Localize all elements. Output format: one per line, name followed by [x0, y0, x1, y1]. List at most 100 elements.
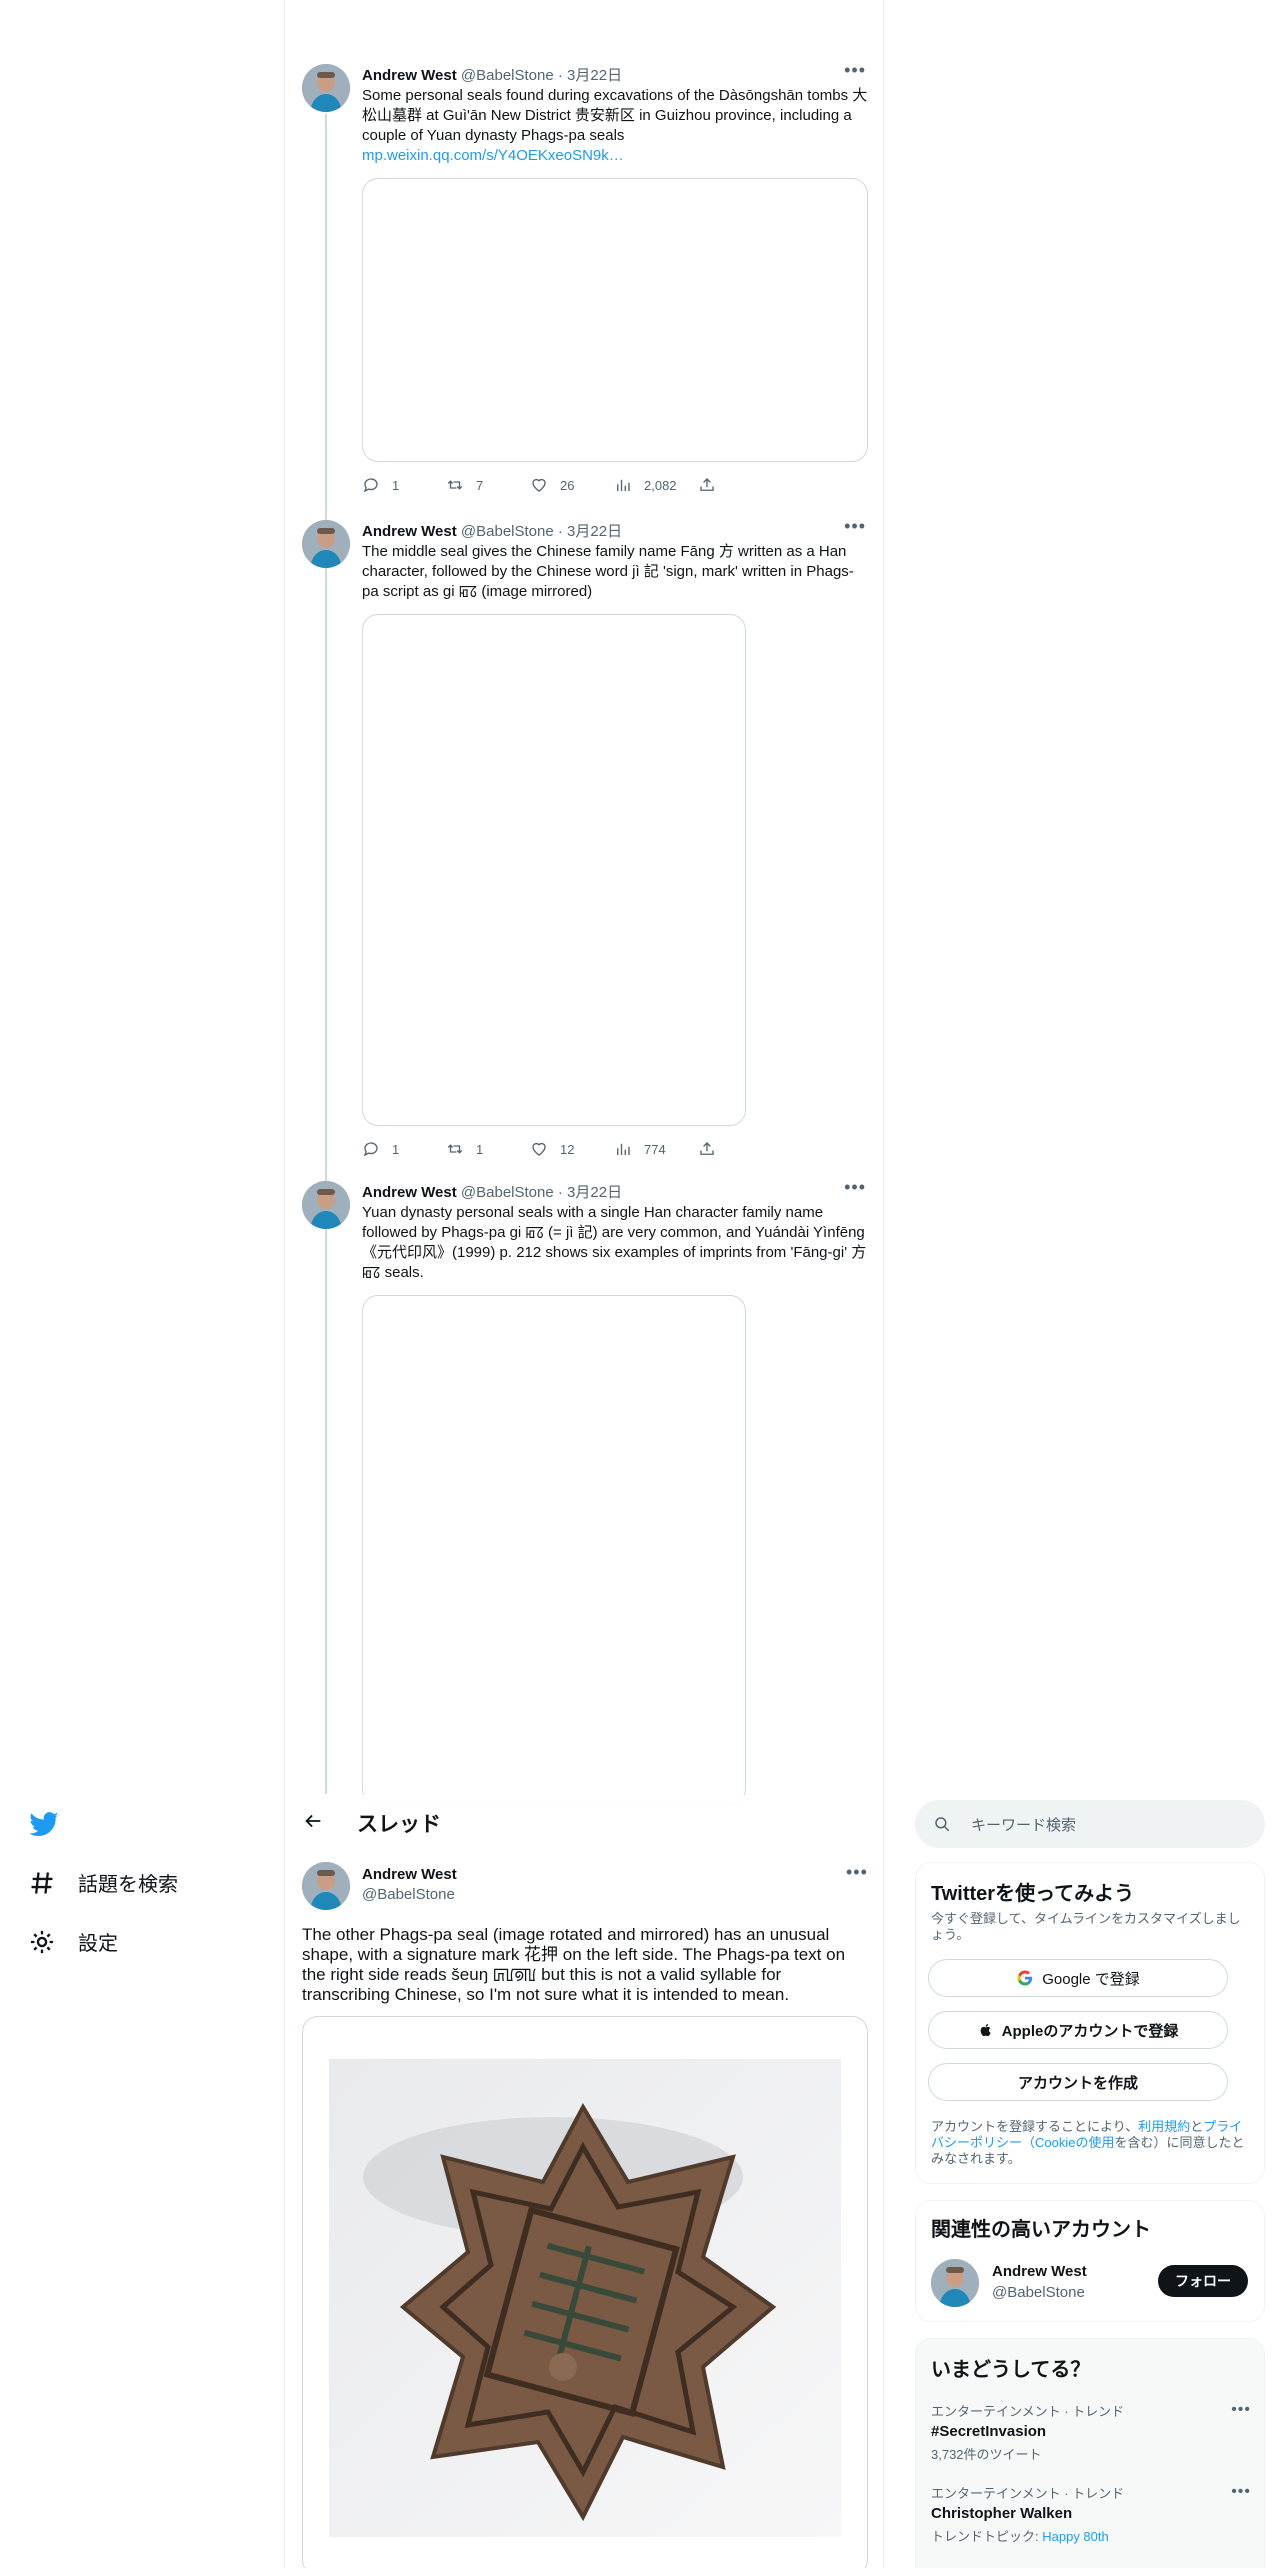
tweet-body: The middle seal gives the Chinese family…	[362, 543, 854, 600]
tweet-actions: 1 7 26 2,082	[362, 476, 782, 494]
trend-category: エンターテインメント · トレンド	[931, 2486, 1125, 2501]
author-handle[interactable]: @BabelStone	[461, 67, 554, 84]
like-count: 26	[560, 477, 575, 493]
terms-link[interactable]: 利用規約	[1138, 2119, 1190, 2134]
related-title: 関連性の高いアカウント	[931, 2219, 1151, 2241]
create-account-button[interactable]: アカウントを作成	[928, 2063, 1228, 2101]
reply-count: 1	[392, 1141, 400, 1157]
related-name[interactable]: Andrew West	[992, 2263, 1087, 2280]
more-options-icon[interactable]: •••	[844, 1177, 866, 1198]
more-options-icon[interactable]: •••	[1231, 2401, 1251, 2419]
page-title: スレッド	[357, 1813, 441, 1836]
author-name[interactable]: Andrew West	[362, 523, 457, 540]
retweet-button[interactable]: 7	[446, 476, 530, 494]
author-name[interactable]: Andrew West	[362, 1184, 457, 1201]
focal-author-handle[interactable]: @BabelStone	[362, 1886, 455, 1903]
author-name[interactable]: Andrew West	[362, 67, 457, 84]
nav-settings[interactable]: 設定	[28, 1927, 118, 1956]
nav-explore-label: 話題を検索	[78, 1874, 178, 1896]
retweet-icon	[447, 480, 463, 490]
tweet-media[interactable]	[362, 1295, 746, 1805]
retweet-button[interactable]: 1	[446, 1140, 530, 1158]
tweet[interactable]: Andrew West @BabelStone · 3月22日 ••• Some…	[302, 60, 868, 504]
reply-count: 1	[392, 477, 400, 493]
like-button[interactable]: 26	[530, 476, 614, 494]
like-button[interactable]: 12	[530, 1140, 614, 1158]
trend-item[interactable]: エンターテインメント · トレンド #SecretInvasion 3,732件…	[931, 2401, 1251, 2463]
apple-signup-label: Appleのアカウントで登録	[1001, 2022, 1179, 2040]
signup-title: Twitterを使ってみよう	[931, 1883, 1135, 1905]
related-accounts-panel: 関連性の高いアカウント Andrew West @BabelStone フォロー	[915, 2200, 1265, 2322]
seal-photo	[329, 2059, 841, 2537]
avatar[interactable]	[302, 520, 350, 568]
related-handle[interactable]: @BabelStone	[992, 2284, 1085, 2301]
avatar[interactable]	[302, 1862, 350, 1910]
avatar-photo-icon	[302, 520, 350, 568]
share-icon	[700, 1142, 714, 1155]
apple-icon	[980, 2024, 991, 2037]
tweet-media[interactable]	[362, 614, 746, 1126]
more-options-icon[interactable]: •••	[844, 516, 866, 537]
more-options-icon[interactable]: •••	[844, 60, 866, 81]
views-button[interactable]: 2,082	[614, 476, 698, 494]
tweet-link[interactable]: mp.weixin.qq.com/s/Y4OEKxeoSN9k…	[362, 146, 868, 166]
legal-pre: アカウントを登録することにより、	[931, 2119, 1139, 2134]
views-button[interactable]: 774	[614, 1140, 698, 1158]
gear-icon	[30, 1930, 54, 1953]
share-button[interactable]	[698, 1140, 782, 1158]
trend-item[interactable]: エンターテインメント · トレンド Christopher Walken トレン…	[931, 2483, 1251, 2545]
more-options-icon[interactable]: •••	[1231, 2483, 1251, 2501]
google-signup-button[interactable]: Google で登録	[928, 1959, 1228, 1997]
share-button[interactable]	[698, 476, 782, 494]
trend-name: Christopher Walken	[931, 2505, 1073, 2522]
back-arrow-icon[interactable]	[302, 1810, 324, 1838]
follow-button[interactable]: フォロー	[1158, 2265, 1248, 2297]
search-input[interactable]: キーワード検索	[915, 1800, 1265, 1848]
view-count: 2,082	[644, 477, 677, 493]
apple-signup-button[interactable]: Appleのアカウントで登録	[928, 2011, 1228, 2049]
nav-explore[interactable]: 話題を検索	[28, 1868, 178, 1897]
view-count: 774	[644, 1141, 666, 1157]
signup-panel: Twitterを使ってみよう 今すぐ登録して、タイムラインをカスタマイズしましょ…	[915, 1862, 1265, 2184]
tweet[interactable]: Andrew West @BabelStone · 3月22日 ••• Yuan…	[302, 1177, 868, 1805]
tweet-date[interactable]: · 3月22日	[558, 1184, 622, 1201]
share-icon	[700, 478, 714, 491]
search-icon	[935, 1817, 950, 1832]
avatar[interactable]	[302, 1181, 350, 1229]
tweet-text: Some personal seals found during excavat…	[362, 86, 868, 166]
reply-button[interactable]: 1	[362, 1140, 446, 1158]
heart-icon	[532, 1142, 546, 1156]
tweet-header: Andrew West @BabelStone · 3月22日	[362, 64, 622, 85]
tweet-header: Andrew West @BabelStone · 3月22日	[362, 520, 622, 541]
more-options-icon[interactable]: •••	[846, 1862, 868, 1883]
focal-author-name[interactable]: Andrew West	[362, 1866, 457, 1883]
tweet-date[interactable]: · 3月22日	[558, 67, 622, 84]
focal-tweet-media[interactable]	[302, 2016, 868, 2568]
trend-category: エンターテインメント · トレンド	[931, 2404, 1125, 2419]
reply-icon	[363, 478, 378, 493]
hashtag-icon	[31, 1871, 53, 1894]
trend-meta-prefix: トレンドトピック:	[931, 2529, 1043, 2544]
retweet-icon	[447, 1144, 463, 1154]
reply-button[interactable]: 1	[362, 476, 446, 494]
avatar-photo-icon	[931, 2259, 979, 2307]
avatar[interactable]	[302, 64, 350, 112]
avatar[interactable]	[931, 2259, 979, 2307]
trend-name: #SecretInvasion	[931, 2423, 1047, 2440]
author-handle[interactable]: @BabelStone	[461, 1184, 554, 1201]
retweet-count: 1	[476, 1141, 484, 1157]
analytics-icon	[617, 1143, 630, 1155]
twitter-logo-icon[interactable]	[28, 1808, 60, 1845]
legal-text: アカウントを登録することにより、利用規約とプライバシーポリシー（Cookieの使…	[931, 2119, 1253, 2167]
tweet[interactable]: Andrew West @BabelStone · 3月22日 ••• The …	[302, 516, 868, 1160]
avatar-photo-icon	[302, 64, 350, 112]
main-column-right-border	[883, 0, 884, 2568]
signup-subtitle: 今すぐ登録して、タイムラインをカスタマイズしましょう。	[931, 1911, 1241, 1942]
trend-meta-link[interactable]: Happy 80th	[1042, 2529, 1109, 2544]
avatar-photo-icon	[302, 1181, 350, 1229]
author-handle[interactable]: @BabelStone	[461, 523, 554, 540]
google-icon	[1017, 1970, 1033, 1986]
tweet-date[interactable]: · 3月22日	[558, 523, 622, 540]
analytics-icon	[617, 479, 630, 491]
tweet-media[interactable]	[362, 178, 868, 462]
